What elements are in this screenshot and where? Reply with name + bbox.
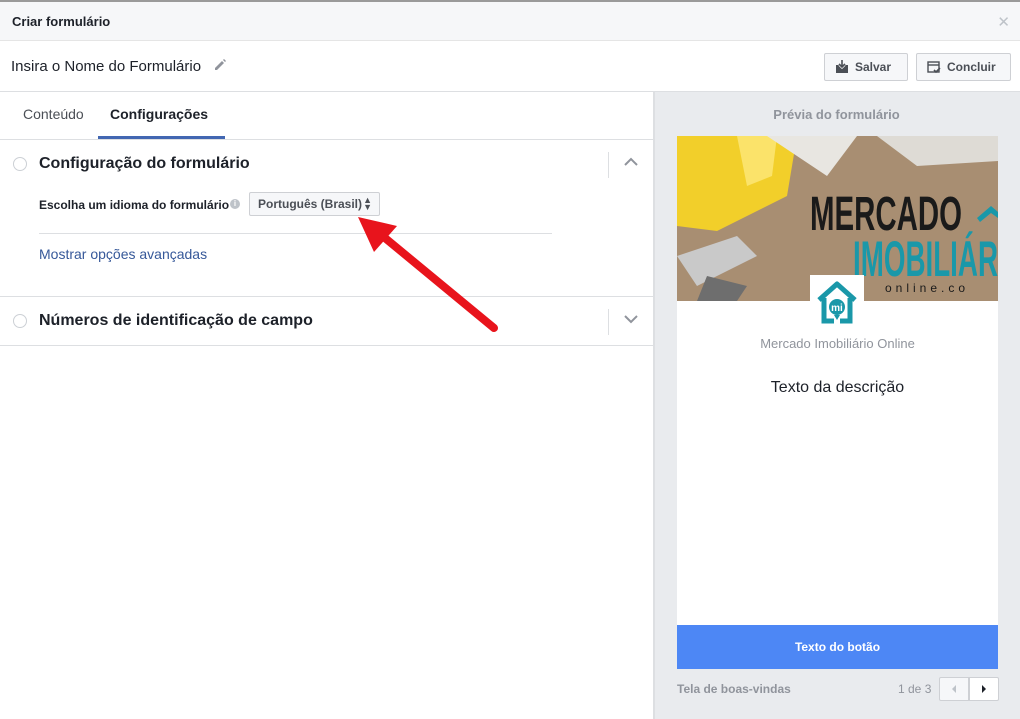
tab-content[interactable]: Conteúdo <box>23 106 84 122</box>
logo-text: mi <box>831 303 843 314</box>
form-config-section: Configuração do formulário Escolha um id… <box>0 140 653 297</box>
cover-text-2: IMOBILIÁR <box>853 231 998 287</box>
done-button[interactable]: Concluir <box>916 53 1011 81</box>
previous-screen-button[interactable] <box>939 677 969 701</box>
cta-button[interactable]: Texto do botão <box>677 625 998 669</box>
page-name: Mercado Imobiliário Online <box>760 336 915 351</box>
dialog-title: Criar formulário <box>12 14 111 29</box>
field-ids-section: Números de identificação de campo <box>0 297 653 346</box>
section-separator <box>608 152 609 178</box>
preview-panel: Prévia do formulário MERCADO IMOBILIÁR o… <box>655 92 1020 719</box>
info-icon[interactable]: i <box>230 199 240 209</box>
close-icon[interactable]: ✕ <box>997 13 1010 31</box>
calendar-check-icon <box>927 61 941 74</box>
cover-text-3: online.co <box>885 281 969 295</box>
select-arrows-icon: ▲ ▼ <box>363 195 372 212</box>
language-select-value: Português (Brasil) <box>258 197 363 211</box>
tab-settings[interactable]: Configurações <box>110 106 208 122</box>
screen-label: Tela de boas-vindas <box>677 682 791 696</box>
chevron-down-icon[interactable] <box>623 311 639 327</box>
form-name-field[interactable]: Insira o Nome do Formulário <box>11 58 201 75</box>
save-button[interactable]: Salvar <box>824 53 908 81</box>
preview-title: Prévia do formulário <box>773 107 900 122</box>
language-select[interactable]: Português (Brasil) ▲ ▼ <box>249 192 380 216</box>
pencil-icon[interactable] <box>213 58 227 72</box>
description-text: Texto da descrição <box>770 379 905 396</box>
chevron-left-icon <box>952 685 956 693</box>
page-indicator: 1 de 3 <box>898 682 932 696</box>
next-screen-button[interactable] <box>969 677 999 701</box>
dialog-title-bar: Criar formulário ✕ <box>0 2 1020 41</box>
language-label: Escolha um idioma do formulário <box>39 198 230 212</box>
section-status-radio <box>13 157 27 171</box>
active-tab-indicator <box>98 136 225 139</box>
chevron-up-icon[interactable] <box>623 154 639 170</box>
field-ids-title[interactable]: Números de identificação de campo <box>39 312 313 330</box>
done-button-label: Concluir <box>947 60 996 74</box>
section-status-radio <box>13 314 27 328</box>
form-config-title[interactable]: Configuração do formulário <box>39 155 250 173</box>
preview-screen: MERCADO IMOBILIÁR online.co mi Mercado I… <box>677 136 998 669</box>
section-separator <box>608 309 609 335</box>
save-icon <box>836 60 848 73</box>
divider <box>39 233 552 234</box>
settings-panel: Conteúdo Configurações Configuração do f… <box>0 92 653 719</box>
house-logo-icon: mi <box>817 281 857 324</box>
page-logo: mi <box>810 275 864 329</box>
save-button-label: Salvar <box>855 60 892 74</box>
form-name-bar: Insira o Nome do Formulário Salvar Concl… <box>0 41 1020 92</box>
tab-bar: Conteúdo Configurações <box>0 92 653 140</box>
show-advanced-options-link[interactable]: Mostrar opções avançadas <box>39 246 207 262</box>
chevron-right-icon <box>982 685 986 693</box>
